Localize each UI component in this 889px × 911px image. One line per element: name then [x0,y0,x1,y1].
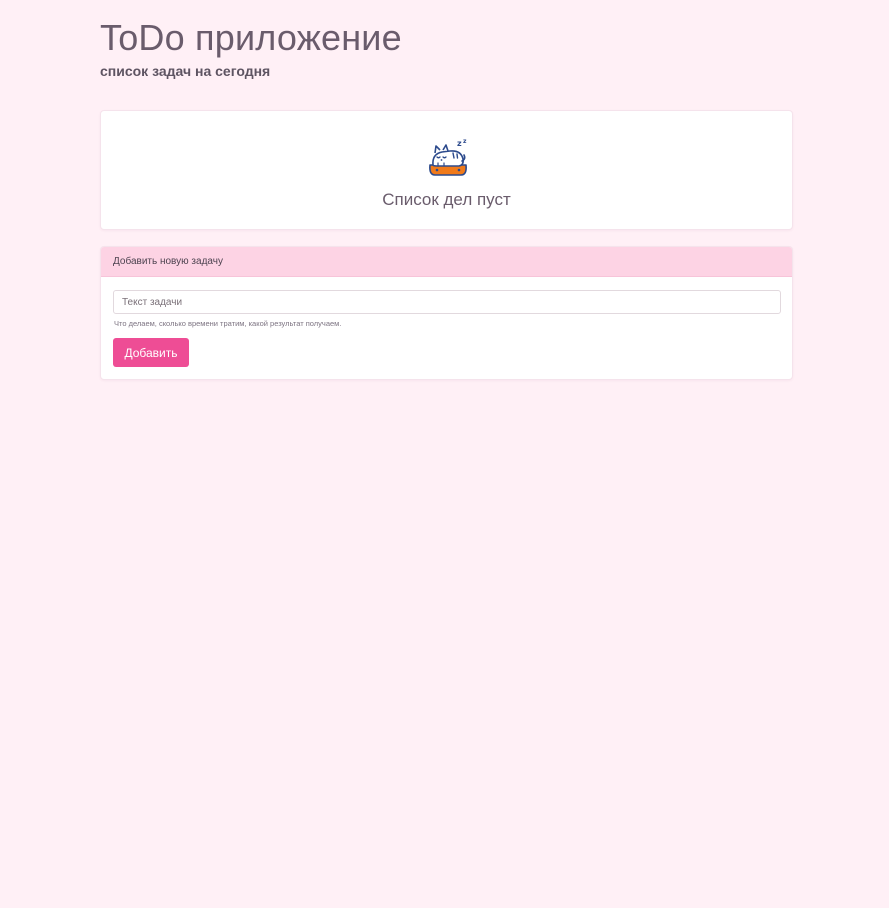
task-list-empty-card: z z Список дел пуст [100,110,793,230]
add-task-card: Добавить новую задачу Что делаем, скольк… [100,246,793,380]
task-input-help-text: Что делаем, сколько времени тратим, како… [114,319,342,328]
svg-text:z: z [463,138,467,145]
add-task-card-header: Добавить новую задачу [101,247,792,277]
add-task-button[interactable]: Добавить [113,338,189,367]
svg-text:z: z [457,139,462,148]
page-subtitle: список задач на сегодня [100,63,271,79]
empty-list-message: Список дел пуст [382,190,511,209]
sleeping-cat-icon: z z [426,137,470,179]
task-text-input[interactable] [113,290,781,314]
page-title: ToDo приложение [100,17,402,58]
app-container: ToDo приложение список задач на сегодня … [100,0,793,380]
